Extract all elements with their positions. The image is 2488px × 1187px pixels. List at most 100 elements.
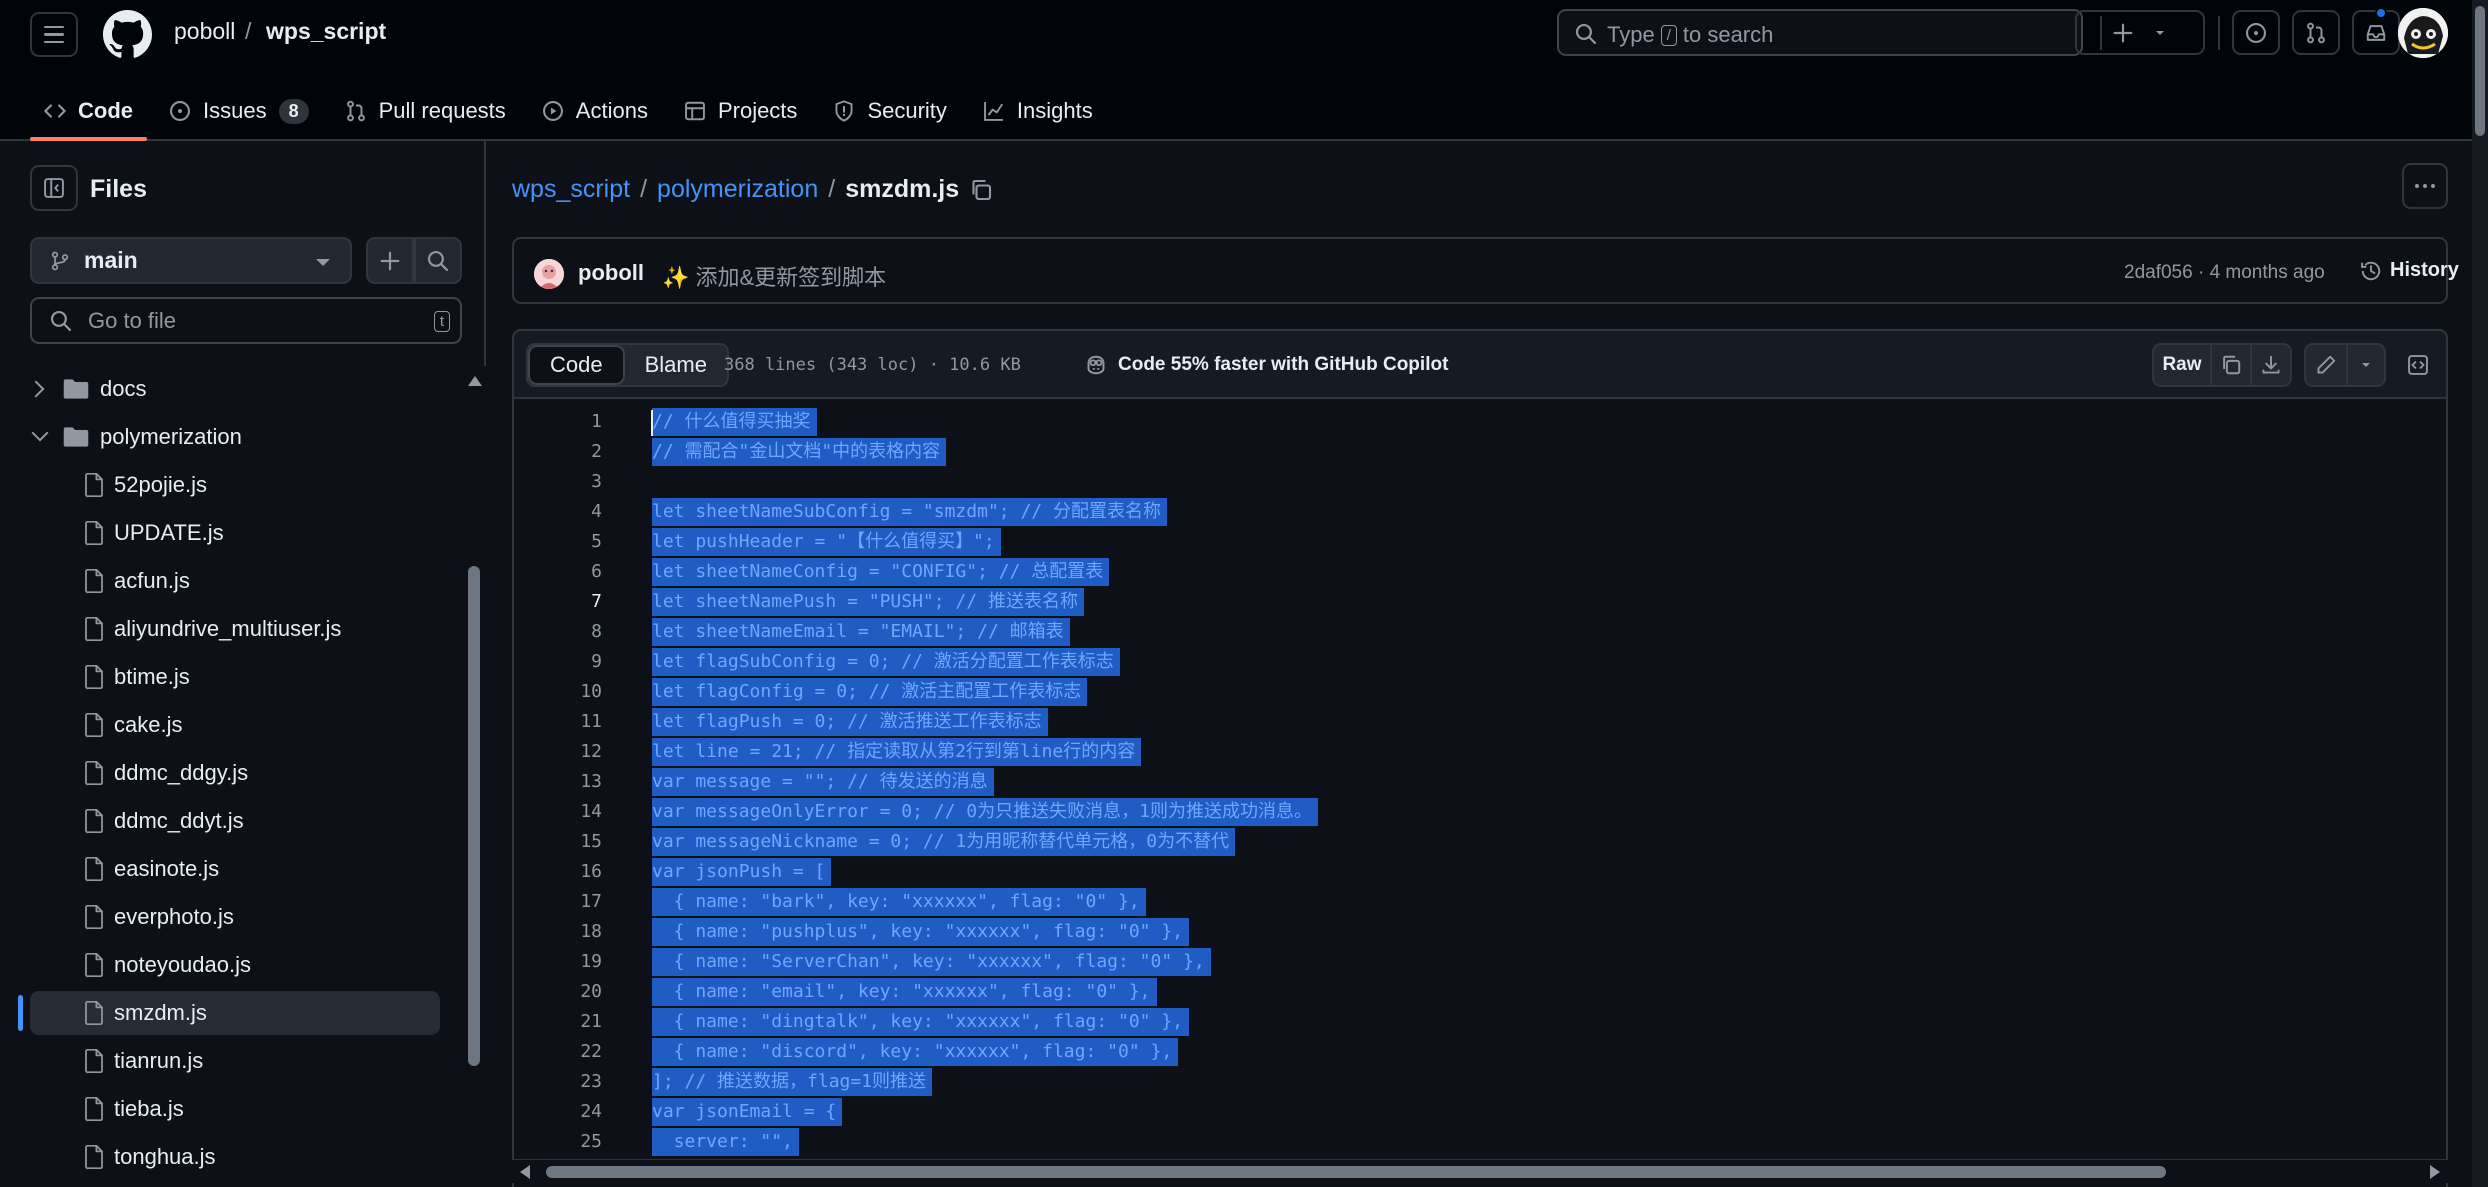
code-line[interactable]: 12 let line = 21; // 指定读取从第2行到第line行的内容: [514, 737, 2444, 767]
line-number[interactable]: 25: [514, 1127, 602, 1157]
line-number[interactable]: 7: [514, 587, 602, 617]
line-number[interactable]: 16: [514, 857, 602, 887]
scroll-right-arrow-icon[interactable]: [2430, 1165, 2440, 1179]
tree-file[interactable]: ddmc_ddyt.js: [0, 799, 440, 843]
repo-link[interactable]: wps_script: [266, 18, 386, 45]
code-line[interactable]: 1 // 什么值得买抽奖: [514, 407, 2444, 437]
go-to-file-input[interactable]: Go to file t: [30, 297, 462, 344]
scroll-left-arrow-icon[interactable]: [520, 1165, 530, 1179]
line-number[interactable]: 23: [514, 1067, 602, 1097]
line-number[interactable]: 20: [514, 977, 602, 1007]
code-line[interactable]: 10 let flagConfig = 0; // 激活主配置工作表标志: [514, 677, 2444, 707]
code-line[interactable]: 17 { name: "bark", key: "xxxxxx", flag: …: [514, 887, 2444, 917]
github-logo-icon[interactable]: [103, 10, 152, 59]
line-number[interactable]: 21: [514, 1007, 602, 1037]
commit-message[interactable]: ✨ 添加&更新签到脚本: [662, 260, 886, 292]
scroll-up-arrow-icon[interactable]: [468, 376, 482, 386]
line-number[interactable]: 12: [514, 737, 602, 767]
tab-pull-requests[interactable]: Pull requests: [331, 86, 520, 136]
line-number[interactable]: 24: [514, 1097, 602, 1127]
tree-file[interactable]: cake.js: [0, 703, 440, 747]
page-scrollbar[interactable]: [2472, 0, 2488, 1187]
code-line[interactable]: 5 let pushHeader = "【什么值得买】";: [514, 527, 2444, 557]
commit-author-avatar[interactable]: [534, 259, 564, 289]
tree-file[interactable]: acfun.js: [0, 559, 440, 603]
issues-button[interactable]: [2232, 10, 2280, 55]
tree-file[interactable]: UPDATE.js: [0, 511, 440, 555]
line-number[interactable]: 10: [514, 677, 602, 707]
code-line[interactable]: 14 var messageOnlyError = 0; // 0为只推送失败消息…: [514, 797, 2444, 827]
code-line[interactable]: 18 { name: "pushplus", key: "xxxxxx", fl…: [514, 917, 2444, 947]
code-horizontal-scrollbar[interactable]: [512, 1159, 2448, 1183]
code-line[interactable]: 22 { name: "discord", key: "xxxxxx", fla…: [514, 1037, 2444, 1067]
tree-file[interactable]: everphoto.js: [0, 895, 440, 939]
tab-actions[interactable]: Actions: [528, 86, 662, 136]
tree-file[interactable]: tonghua.js: [0, 1135, 440, 1179]
menu-button[interactable]: [30, 12, 78, 57]
copy-raw-button[interactable]: [2210, 343, 2252, 387]
collapse-sidebar-button[interactable]: [30, 165, 78, 211]
code-line[interactable]: 24 var jsonEmail = {: [514, 1097, 2444, 1127]
download-button[interactable]: [2250, 343, 2292, 387]
code-line[interactable]: 25 server: "",: [514, 1127, 2444, 1157]
copy-path-icon[interactable]: [969, 178, 993, 202]
tree-file[interactable]: 52pojie.js: [0, 463, 440, 507]
line-number[interactable]: 6: [514, 557, 602, 587]
line-number[interactable]: 4: [514, 497, 602, 527]
line-number[interactable]: 13: [514, 767, 602, 797]
raw-button[interactable]: Raw: [2152, 343, 2212, 387]
scrollbar-thumb[interactable]: [546, 1166, 2166, 1178]
commit-author[interactable]: poboll: [578, 260, 644, 286]
tree-file[interactable]: tianrun.js: [0, 1039, 440, 1083]
line-number[interactable]: 19: [514, 947, 602, 977]
line-number[interactable]: 2: [514, 437, 602, 467]
symbols-panel-button[interactable]: [2398, 343, 2438, 387]
line-number[interactable]: 3: [514, 467, 602, 497]
chevron-down-icon[interactable]: [31, 424, 49, 442]
code-line[interactable]: 8 let sheetNameEmail = "EMAIL"; // 邮箱表: [514, 617, 2444, 647]
line-number[interactable]: 1: [514, 407, 602, 437]
scrollbar-thumb[interactable]: [468, 566, 480, 1066]
history-button[interactable]: History: [2360, 259, 2459, 282]
tree-file[interactable]: aliyundrive_multiuser.js: [0, 607, 440, 651]
line-number[interactable]: 9: [514, 647, 602, 677]
copilot-promo-link[interactable]: Code 55% faster with GitHub Copilot: [1084, 353, 1448, 377]
tree-file[interactable]: noteyoudao.js: [0, 943, 440, 987]
tree-file[interactable]: tieba.js: [0, 1087, 440, 1131]
owner-link[interactable]: poboll: [174, 18, 235, 45]
code-line[interactable]: 4 let sheetNameSubConfig = "smzdm"; // 分配…: [514, 497, 2444, 527]
commit-hash-and-time[interactable]: 2daf056 · 4 months ago: [2124, 262, 2325, 284]
tree-file[interactable]: btime.js: [0, 655, 440, 699]
scrollbar-thumb[interactable]: [2475, 6, 2485, 136]
search-files-button[interactable]: [414, 237, 462, 284]
code-line[interactable]: 13 var message = ""; // 待发送的消息: [514, 767, 2444, 797]
tab-issues[interactable]: Issues 8: [155, 86, 323, 136]
code-line[interactable]: 3: [514, 467, 2444, 497]
code-line[interactable]: 20 { name: "email", key: "xxxxxx", flag:…: [514, 977, 2444, 1007]
tree-file[interactable]: easinote.js: [0, 847, 440, 891]
search-input[interactable]: Type / to search: [1557, 9, 2083, 56]
line-number[interactable]: 15: [514, 827, 602, 857]
code-line[interactable]: 15 var messageNickname = 0; // 1为用昵称替代单元格…: [514, 827, 2444, 857]
path-folder-link[interactable]: polymerization: [657, 175, 818, 204]
tree-folder[interactable]: polymerization: [0, 415, 440, 459]
tree-folder[interactable]: docs: [0, 367, 440, 411]
path-repo-link[interactable]: wps_script: [512, 175, 630, 204]
tab-projects[interactable]: Projects: [670, 86, 811, 136]
code-line[interactable]: 9 let flagSubConfig = 0; // 激活分配置工作表标志: [514, 647, 2444, 677]
code-viewer[interactable]: 1 // 什么值得买抽奖 2 // 需配合"金山文档"中的表格内容 3 4 let shee…: [512, 399, 2448, 1187]
code-view-tab[interactable]: Code: [528, 345, 625, 385]
more-options-button[interactable]: [2402, 163, 2448, 209]
user-avatar[interactable]: [2398, 8, 2448, 58]
code-line[interactable]: 21 { name: "dingtalk", key: "xxxxxx", fl…: [514, 1007, 2444, 1037]
tree-file[interactable]: smzdm.js: [30, 991, 440, 1035]
line-number[interactable]: 5: [514, 527, 602, 557]
code-line[interactable]: 11 let flagPush = 0; // 激活推送工作表标志: [514, 707, 2444, 737]
line-number[interactable]: 8: [514, 617, 602, 647]
code-line[interactable]: 16 var jsonPush = [: [514, 857, 2444, 887]
create-new-button[interactable]: [2075, 10, 2205, 55]
code-line[interactable]: 7 let sheetNamePush = "PUSH"; // 推送表名称: [514, 587, 2444, 617]
add-file-button[interactable]: [366, 237, 414, 284]
branch-selector[interactable]: main: [30, 237, 352, 284]
tab-security[interactable]: Security: [819, 86, 960, 136]
